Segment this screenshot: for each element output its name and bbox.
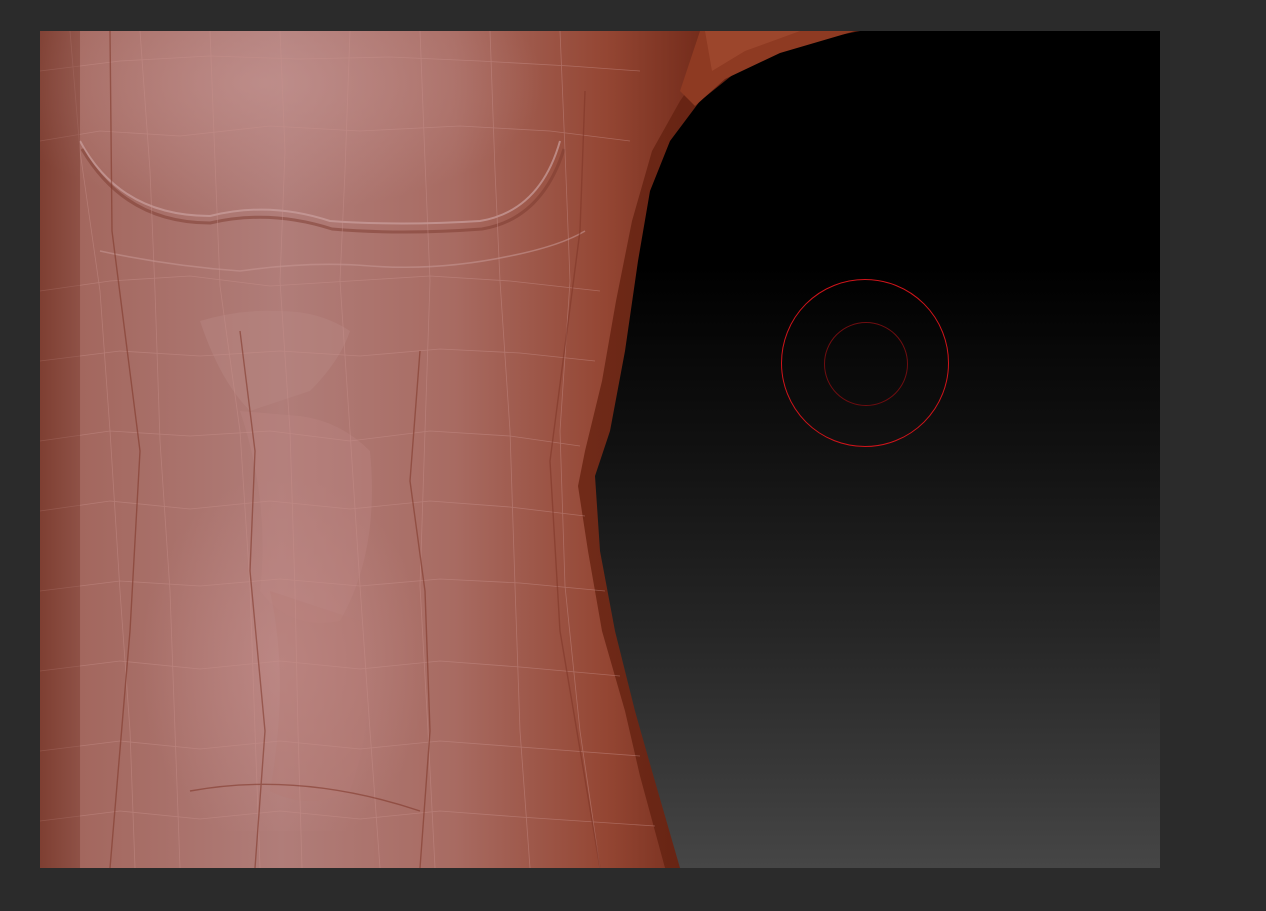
sculpt-app-window (0, 0, 1266, 911)
torso-mesh[interactable] (40, 31, 1160, 868)
brush-cursor-inner-ring (824, 322, 908, 406)
sculpt-viewport[interactable] (40, 31, 1160, 868)
brush-cursor-outer-ring (781, 279, 949, 447)
